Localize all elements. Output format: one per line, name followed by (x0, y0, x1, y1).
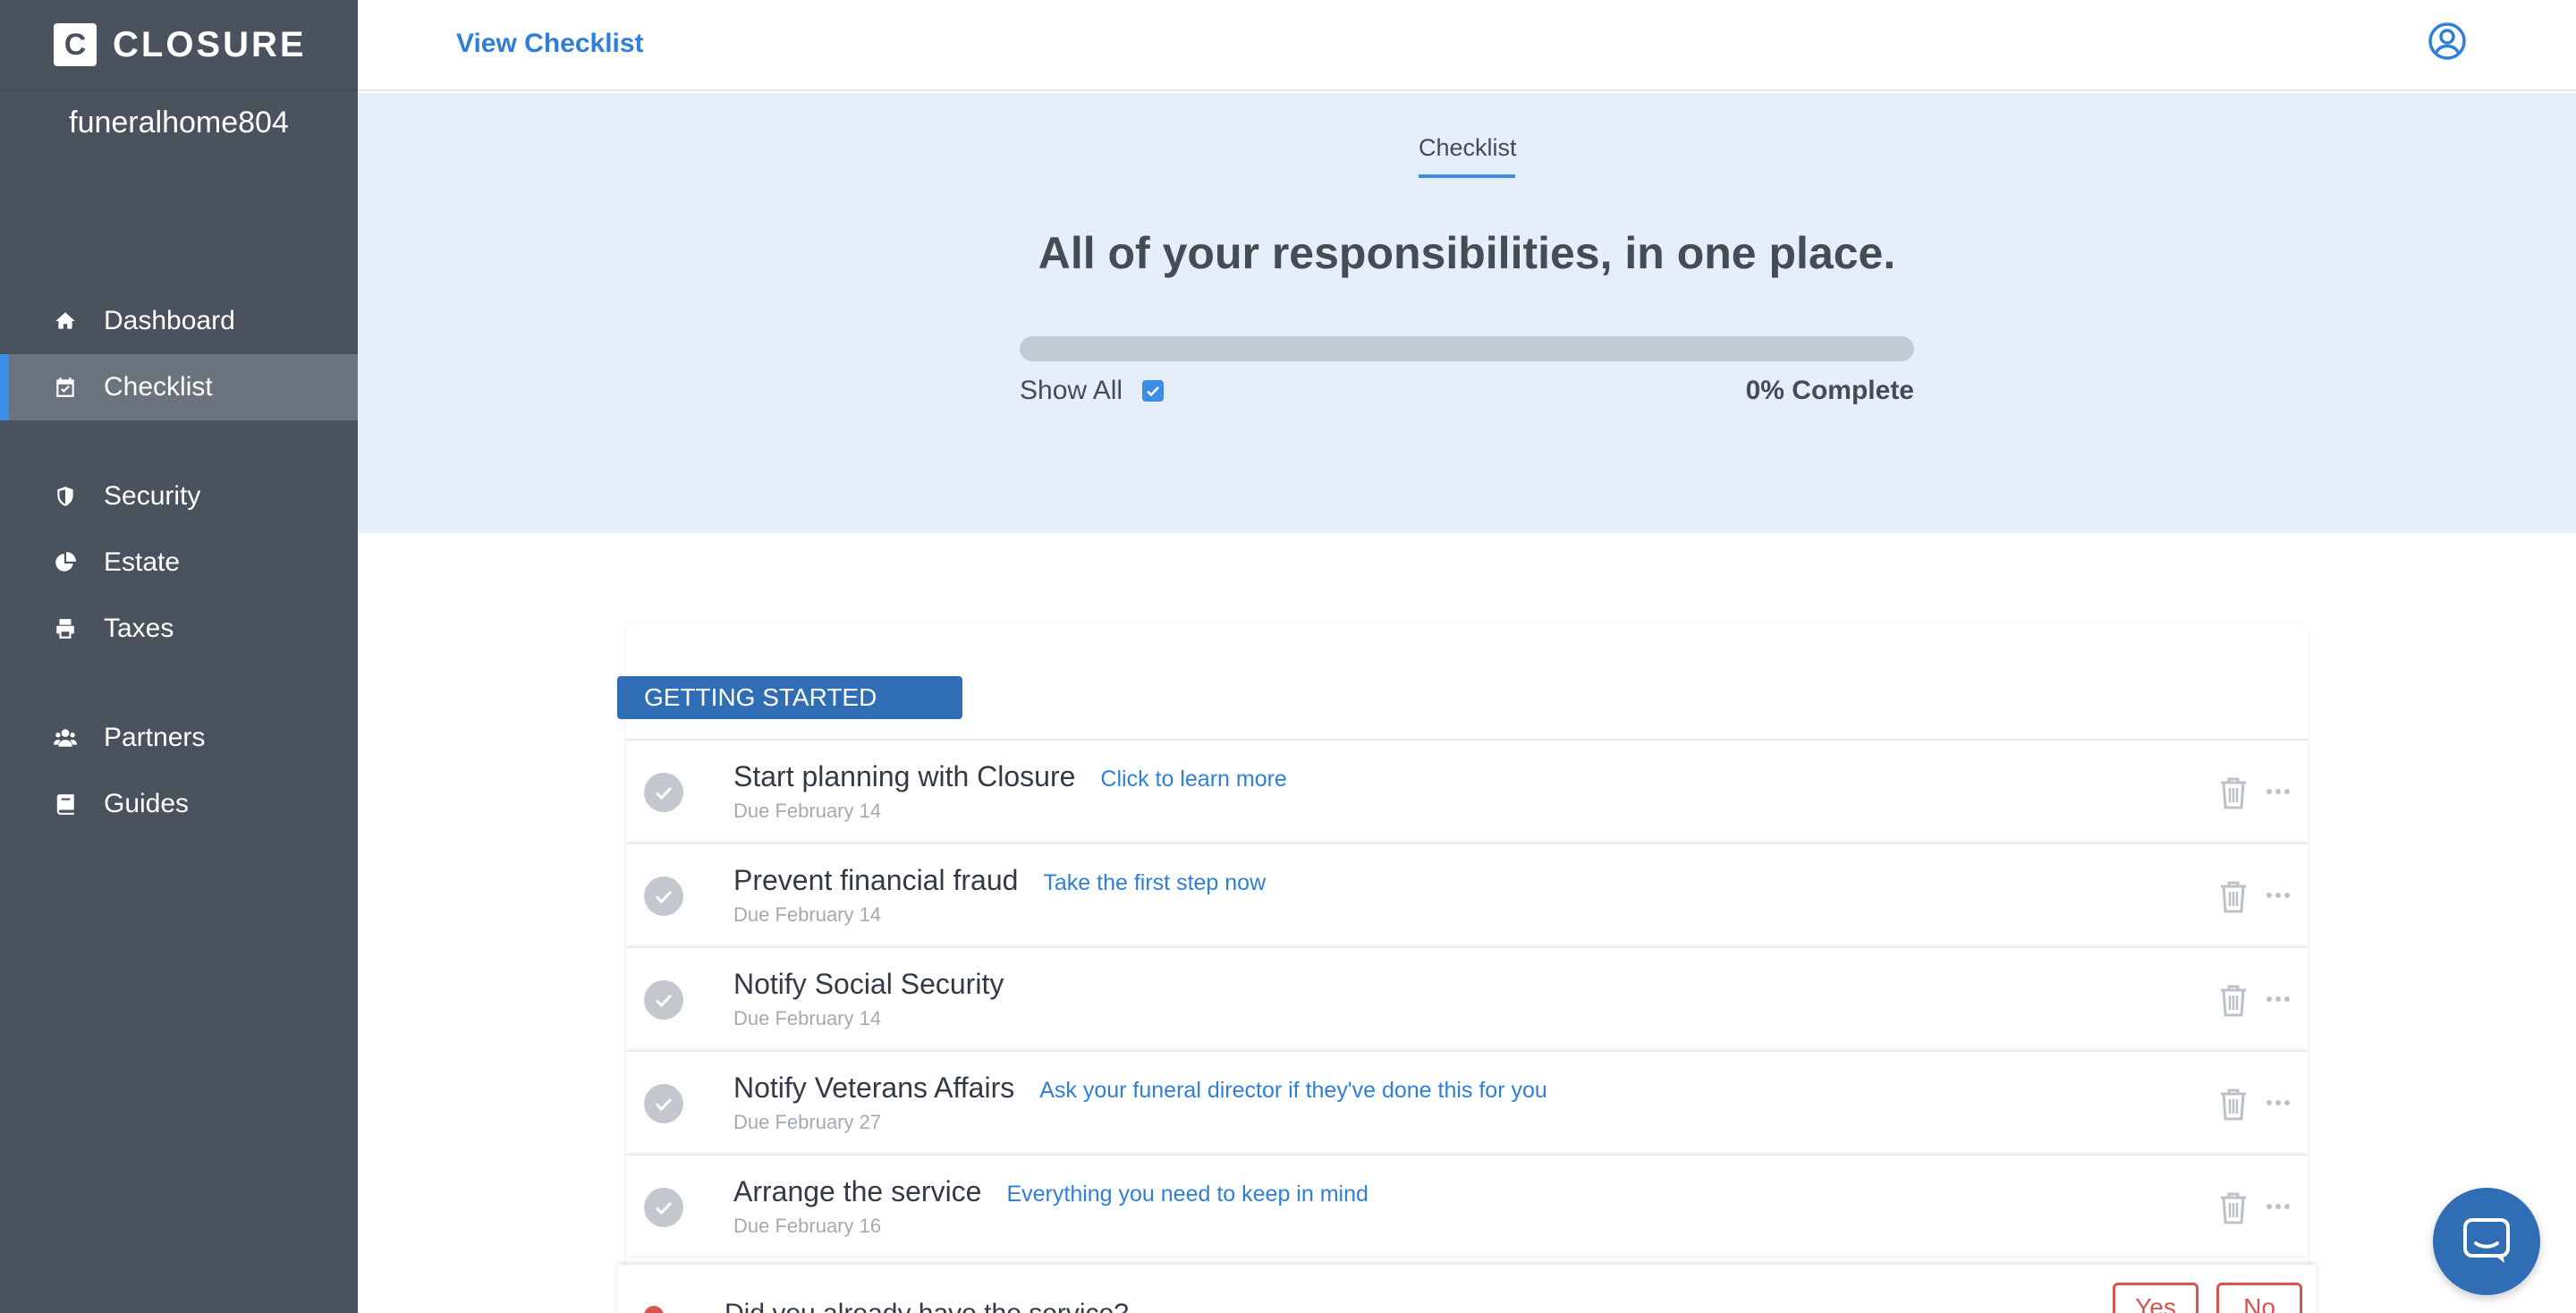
checkmark-icon (1147, 386, 1159, 397)
trash-icon[interactable] (2218, 1191, 2249, 1225)
yes-button[interactable]: Yes (2113, 1283, 2199, 1313)
sidebar-item-label: Taxes (104, 614, 174, 643)
sidebar-item-dashboard[interactable]: Dashboard (0, 288, 358, 354)
trash-icon[interactable] (2218, 880, 2249, 914)
task-title-line: Notify Veterans Affairs Ask your funeral … (733, 1072, 1547, 1105)
logo-letter: C (64, 28, 87, 62)
sidebar-item-checklist[interactable]: Checklist (0, 354, 358, 420)
sidebar-item-taxes[interactable]: Taxes (0, 596, 358, 662)
check-icon (655, 1201, 673, 1216)
task-due-date: Due February 14 (733, 800, 882, 822)
section-badge: GETTING STARTED (617, 676, 962, 719)
chat-icon (2463, 1218, 2510, 1263)
trash-icon[interactable] (2218, 1088, 2249, 1122)
task-title: Notify Veterans Affairs (733, 1072, 1015, 1104)
task-title-line: Arrange the service Everything you need t… (733, 1175, 1368, 1208)
sidebar-item-partners[interactable]: Partners (0, 705, 358, 771)
task-due-date: Due February 16 (733, 1215, 882, 1237)
home-icon (52, 308, 79, 335)
show-all-checkbox[interactable] (1142, 380, 1165, 402)
pie-chart-icon (52, 549, 79, 576)
task-title: Start planning with Closure (733, 760, 1076, 792)
logo-icon: C (54, 23, 97, 66)
sidebar-item-security[interactable]: Security (0, 463, 358, 529)
task-due-date: Due February 14 (733, 1007, 882, 1029)
sidebar: C CLOSURE funeralhome804 Dashboard Check… (0, 0, 358, 1313)
complete-task-button[interactable] (644, 1084, 683, 1123)
brand-name: CLOSURE (113, 24, 307, 64)
alert-dot-icon (644, 1306, 664, 1313)
complete-task-button[interactable] (644, 877, 683, 916)
tab-checklist[interactable]: Checklist (1419, 134, 1517, 178)
show-all-toggle: Show All (1020, 376, 1165, 406)
trash-icon[interactable] (2218, 776, 2249, 810)
sidebar-item-label: Guides (104, 789, 190, 818)
task-row[interactable]: Notify Social Security Due February 14 (626, 946, 2308, 1048)
task-title: Notify Social Security (733, 968, 1004, 1000)
shield-icon (52, 483, 79, 510)
task-title: Prevent financial fraud (733, 864, 1019, 896)
check-icon (655, 786, 673, 801)
task-row[interactable]: Start planning with Closure Click to lear… (626, 739, 2308, 841)
more-options-icon[interactable] (2265, 1193, 2292, 1220)
sidebar-item-guides[interactable]: Guides (0, 771, 358, 837)
task-due-date: Due February 27 (733, 1111, 882, 1133)
progress-bar (1020, 336, 1914, 361)
view-checklist-link[interactable]: View Checklist (456, 29, 644, 59)
progress-label: 0% Complete (1745, 376, 1914, 405)
task-row[interactable]: Prevent financial fraud Take the first st… (626, 843, 2308, 945)
user-circle-icon[interactable] (2428, 21, 2467, 61)
calendar-check-icon (52, 374, 79, 401)
account-name: funeralhome804 (69, 106, 289, 140)
more-options-icon[interactable] (2265, 986, 2292, 1012)
task-link[interactable]: Everything you need to keep in mind (1006, 1182, 1368, 1207)
book-icon (52, 791, 79, 817)
complete-task-button[interactable] (644, 773, 683, 812)
complete-task-button[interactable] (644, 980, 683, 1020)
no-button[interactable]: No (2216, 1283, 2302, 1313)
chat-launcher-button[interactable] (2433, 1188, 2540, 1295)
sidebar-item-label: Estate (104, 547, 181, 577)
task-link[interactable]: Ask your funeral director if they've don… (1039, 1078, 1547, 1103)
sidebar-item-label: Partners (104, 723, 206, 752)
checklist-hero: Checklist All of your responsibilities, … (358, 93, 2576, 533)
service-question-card: Did you already have the service? Yes No (617, 1265, 2317, 1313)
page-title: All of your responsibilities, in one pla… (1038, 228, 1896, 278)
task-title: Arrange the service (733, 1175, 982, 1207)
task-title-line: Notify Social Security (733, 968, 1004, 1001)
task-row[interactable]: Notify Veterans Affairs Ask your funeral … (626, 1050, 2308, 1152)
task-link[interactable]: Click to learn more (1100, 767, 1286, 792)
printer-icon (52, 615, 79, 642)
check-icon (655, 994, 673, 1008)
more-options-icon[interactable] (2265, 778, 2292, 805)
more-options-icon[interactable] (2265, 1089, 2292, 1116)
complete-task-button[interactable] (644, 1188, 683, 1227)
top-bar: View Checklist (358, 0, 2576, 91)
show-all-label: Show All (1020, 376, 1123, 405)
trash-icon[interactable] (2218, 984, 2249, 1018)
sidebar-item-estate[interactable]: Estate (0, 529, 358, 596)
task-title-line: Start planning with Closure Click to lear… (733, 760, 1287, 793)
task-row[interactable]: Arrange the service Everything you need t… (626, 1154, 2308, 1256)
sidebar-item-label: Security (104, 481, 201, 511)
users-icon (52, 724, 79, 751)
check-icon (655, 890, 673, 904)
question-text: Did you already have the service? (724, 1299, 1129, 1313)
task-title-line: Prevent financial fraud Take the first st… (733, 864, 1266, 897)
sidebar-item-label: Checklist (104, 372, 213, 402)
brand[interactable]: C CLOSURE (0, 0, 358, 91)
sidebar-item-label: Dashboard (104, 306, 235, 335)
sidebar-nav: Dashboard Checklist Security Estate Taxe… (0, 288, 358, 837)
task-link[interactable]: Take the first step now (1043, 870, 1266, 895)
check-icon (655, 1097, 673, 1112)
more-options-icon[interactable] (2265, 882, 2292, 909)
task-due-date: Due February 14 (733, 903, 882, 926)
